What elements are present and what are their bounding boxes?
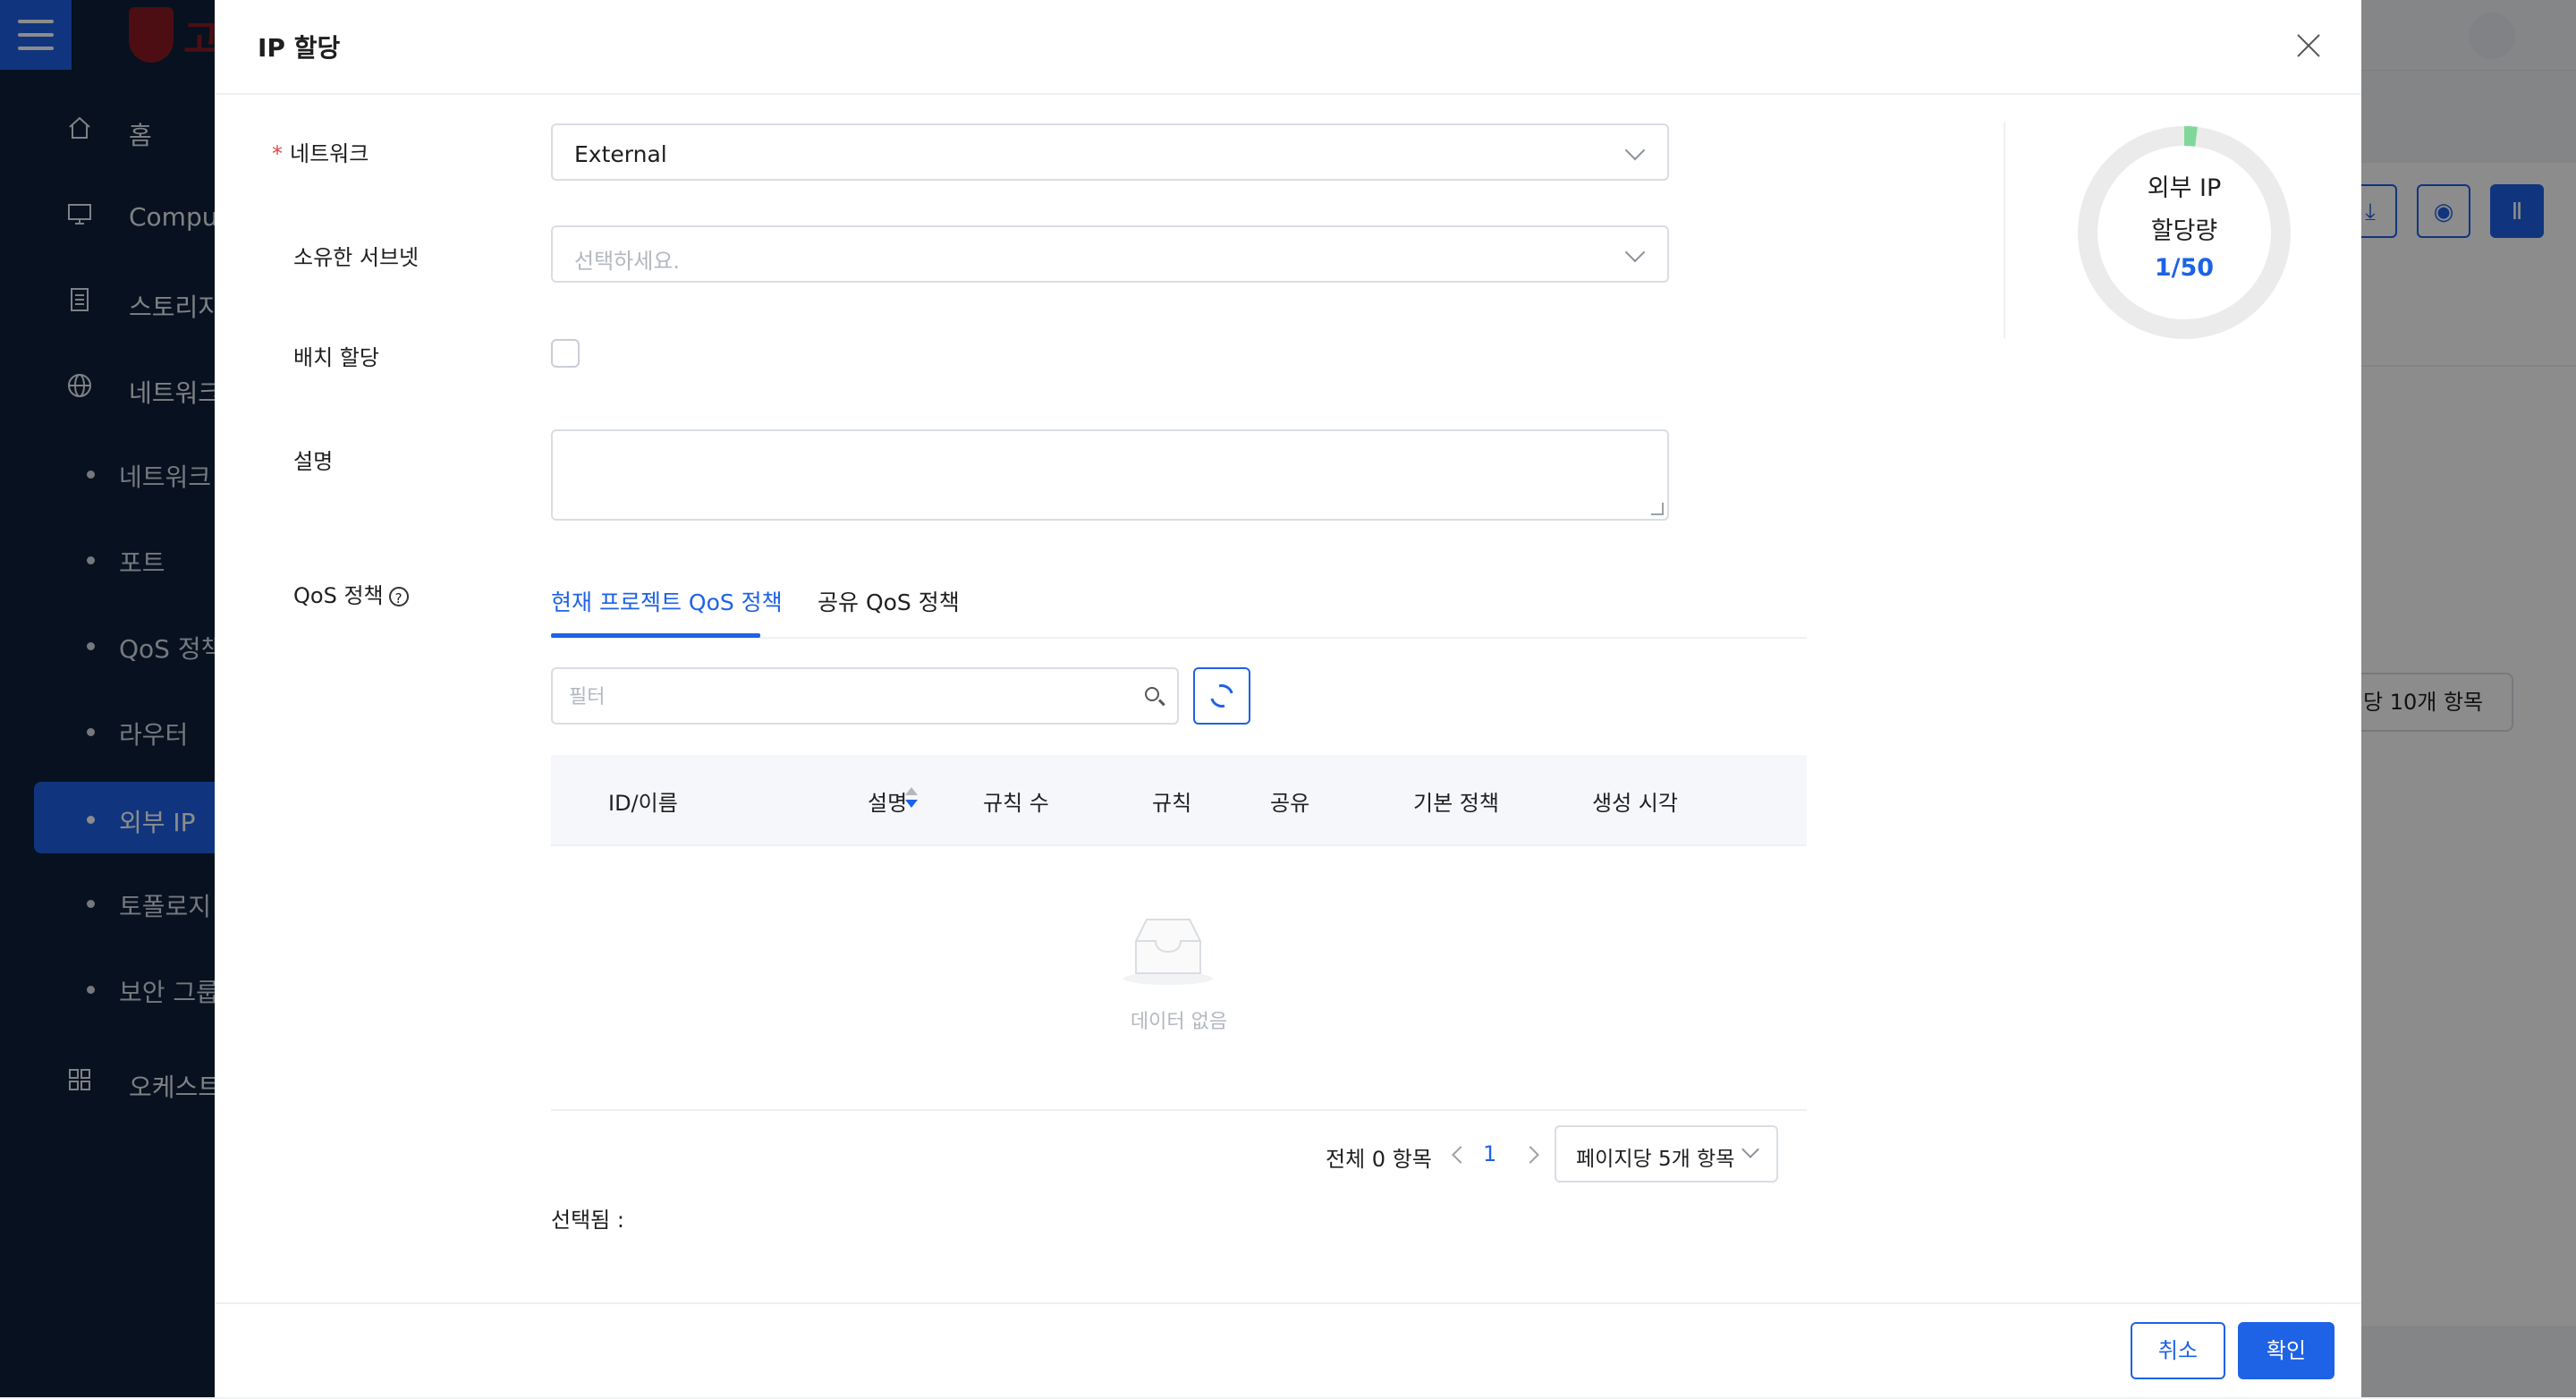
chevron-left-icon[interactable]: [1452, 1146, 1470, 1164]
active-tab-indicator: [551, 633, 760, 638]
selected-label: 선택됨 :: [551, 1208, 624, 1233]
network-label-text: 네트워크: [290, 141, 369, 166]
resize-handle-icon[interactable]: [1651, 503, 1664, 515]
tab-shared-qos[interactable]: 공유 QoS 정책: [818, 585, 960, 617]
filter-input[interactable]: [567, 680, 1107, 714]
filter-input-wrapper[interactable]: [551, 667, 1179, 725]
network-select[interactable]: External: [551, 123, 1669, 181]
subnet-select-placeholder: 선택하세요.: [574, 249, 681, 274]
chevron-down-icon: [1624, 242, 1646, 263]
empty-inbox-icon: [1123, 919, 1213, 985]
refresh-button[interactable]: [1193, 667, 1250, 725]
page-size-value: 페이지당 5개 항목: [1576, 1148, 1735, 1171]
modal-footer: [215, 1302, 2361, 1399]
sort-icon[interactable]: [905, 787, 918, 812]
subnet-label: 소유한 서브넷: [293, 245, 419, 270]
modal-header: IP 할당: [215, 0, 2361, 95]
qos-policy-label: QoS 정책?: [293, 578, 409, 609]
chevron-right-icon[interactable]: [1521, 1146, 1539, 1164]
column-header-description: 설명: [868, 791, 908, 816]
close-icon[interactable]: [2292, 29, 2327, 64]
chevron-down-icon: [1741, 1140, 1759, 1158]
help-icon[interactable]: ?: [388, 587, 409, 606]
search-icon[interactable]: [1145, 687, 1159, 701]
modal-title: IP 할당: [258, 33, 341, 63]
chevron-down-icon: [1624, 140, 1646, 161]
refresh-icon: [1206, 680, 1238, 712]
confirm-button[interactable]: 확인: [2238, 1322, 2334, 1379]
network-label: * 네트워크: [272, 136, 369, 167]
column-header-id-name[interactable]: ID/이름: [608, 785, 678, 817]
page-size-select[interactable]: 페이지당 5개 항목: [1555, 1125, 1778, 1183]
batch-allocate-checkbox[interactable]: [551, 339, 580, 368]
quota-divider: [2004, 122, 2005, 338]
column-header-created-at: 생성 시각: [1592, 791, 1678, 816]
required-marker: *: [272, 141, 283, 166]
quota-line1: 외부 IP: [2147, 174, 2222, 202]
page-number[interactable]: 1: [1483, 1141, 1496, 1166]
tab-current-project-qos[interactable]: 현재 프로젝트 QoS 정책: [551, 585, 783, 617]
quota-line2: 할당량: [2150, 217, 2218, 245]
column-header-shared: 공유: [1270, 791, 1310, 816]
allocate-ip-modal: IP 할당 * 네트워크 External 소유한 서브넷 선택하세요. 배치 할…: [215, 0, 2361, 1397]
cancel-button[interactable]: 취소: [2131, 1322, 2225, 1379]
table-header: ID/이름 설명 규칙 수 규칙 공유 기본 정책 생성 시각: [551, 755, 1807, 846]
subnet-select[interactable]: 선택하세요.: [551, 225, 1669, 283]
column-header-default-policy: 기본 정책: [1413, 791, 1499, 816]
quota-value: 1/50: [2154, 254, 2215, 282]
description-label: 설명: [293, 449, 334, 474]
column-header-rule-count: 규칙 수: [983, 791, 1049, 816]
description-textarea[interactable]: [551, 429, 1669, 521]
table-empty-state: 데이터 없음: [551, 844, 1807, 1111]
empty-text: 데이터 없음: [1130, 1011, 1228, 1033]
qos-policy-label-text: QoS 정책: [293, 583, 384, 608]
column-header-rules: 규칙: [1152, 791, 1192, 816]
batch-allocate-label: 배치 할당: [293, 345, 379, 370]
pagination-total: 전체 0 항목: [1326, 1147, 1432, 1172]
network-select-value: External: [574, 141, 667, 167]
